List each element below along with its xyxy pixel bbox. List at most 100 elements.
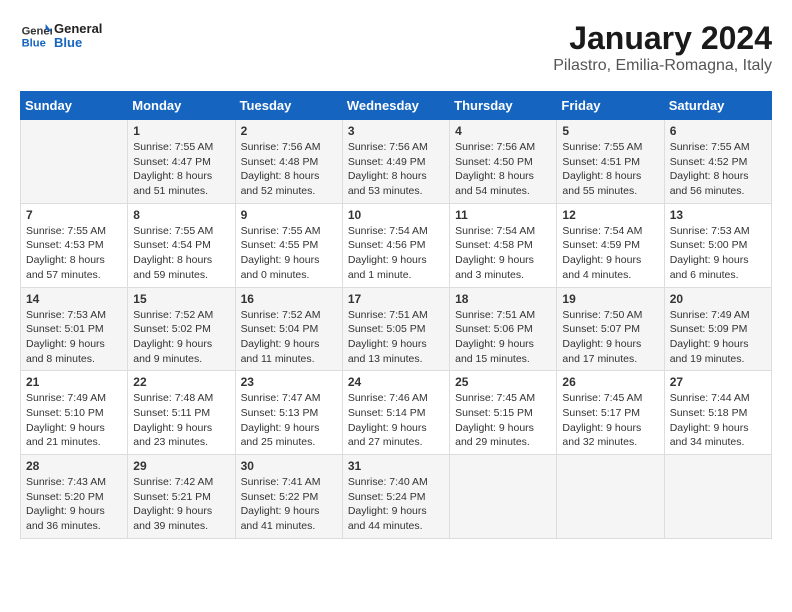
- day-number: 2: [241, 124, 337, 138]
- day-number: 28: [26, 459, 122, 473]
- day-info: Sunrise: 7:51 AMSunset: 5:05 PMDaylight:…: [348, 308, 444, 367]
- day-info: Sunrise: 7:52 AMSunset: 5:04 PMDaylight:…: [241, 308, 337, 367]
- day-cell-12: 12Sunrise: 7:54 AMSunset: 4:59 PMDayligh…: [557, 203, 664, 287]
- day-number: 13: [670, 208, 766, 222]
- day-info: Sunrise: 7:45 AMSunset: 5:15 PMDaylight:…: [455, 391, 551, 450]
- empty-cell: [21, 120, 128, 204]
- day-number: 16: [241, 292, 337, 306]
- day-number: 9: [241, 208, 337, 222]
- header-tuesday: Tuesday: [235, 92, 342, 120]
- day-info: Sunrise: 7:40 AMSunset: 5:24 PMDaylight:…: [348, 475, 444, 534]
- day-info: Sunrise: 7:55 AMSunset: 4:53 PMDaylight:…: [26, 224, 122, 283]
- day-cell-30: 30Sunrise: 7:41 AMSunset: 5:22 PMDayligh…: [235, 455, 342, 539]
- day-info: Sunrise: 7:46 AMSunset: 5:14 PMDaylight:…: [348, 391, 444, 450]
- day-info: Sunrise: 7:49 AMSunset: 5:09 PMDaylight:…: [670, 308, 766, 367]
- logo: General Blue General Blue: [20, 20, 102, 52]
- week-row: 7 Sunrise: 7:55 AMSunset: 4:53 PMDaylight…: [21, 203, 772, 287]
- logo-general: General: [54, 22, 102, 36]
- day-number: 15: [133, 292, 229, 306]
- day-cell-6: 6 Sunrise: 7:55 AMSunset: 4:52 PMDaylight…: [664, 120, 771, 204]
- day-number: 29: [133, 459, 229, 473]
- week-row: 21 Sunrise: 7:49 AMSunset: 5:10 PMDayligh…: [21, 371, 772, 455]
- day-info: Sunrise: 7:53 AMSunset: 5:00 PMDaylight:…: [670, 224, 766, 283]
- day-info: Sunrise: 7:50 AMSunset: 5:07 PMDaylight:…: [562, 308, 658, 367]
- day-cell-28: 28 Sunrise: 7:43 AMSunset: 5:20 PMDayligh…: [21, 455, 128, 539]
- day-number: 31: [348, 459, 444, 473]
- day-info: Sunrise: 7:54 AMSunset: 4:56 PMDaylight:…: [348, 224, 444, 283]
- day-cell-2: 2Sunrise: 7:56 AMSunset: 4:48 PMDaylight…: [235, 120, 342, 204]
- header-sunday: Sunday: [21, 92, 128, 120]
- week-row: 28 Sunrise: 7:43 AMSunset: 5:20 PMDayligh…: [21, 455, 772, 539]
- day-cell-8: 8 Sunrise: 7:55 AMSunset: 4:54 PMDaylight…: [128, 203, 235, 287]
- day-number: 25: [455, 375, 551, 389]
- week-row: 1Sunrise: 7:55 AMSunset: 4:47 PMDaylight…: [21, 120, 772, 204]
- day-cell-27: 27 Sunrise: 7:44 AMSunset: 5:18 PMDayligh…: [664, 371, 771, 455]
- calendar-table: SundayMondayTuesdayWednesdayThursdayFrid…: [20, 91, 772, 539]
- day-number: 14: [26, 292, 122, 306]
- day-cell-21: 21 Sunrise: 7:49 AMSunset: 5:10 PMDayligh…: [21, 371, 128, 455]
- day-info: Sunrise: 7:43 AMSunset: 5:20 PMDaylight:…: [26, 475, 122, 534]
- day-cell-5: 5Sunrise: 7:55 AMSunset: 4:51 PMDaylight…: [557, 120, 664, 204]
- day-cell-4: 4 Sunrise: 7:56 AMSunset: 4:50 PMDaylight…: [450, 120, 557, 204]
- day-info: Sunrise: 7:52 AMSunset: 5:02 PMDaylight:…: [133, 308, 229, 367]
- day-number: 6: [670, 124, 766, 138]
- day-number: 24: [348, 375, 444, 389]
- day-number: 3: [348, 124, 444, 138]
- day-number: 10: [348, 208, 444, 222]
- header-wednesday: Wednesday: [342, 92, 449, 120]
- day-info: Sunrise: 7:54 AMSunset: 4:59 PMDaylight:…: [562, 224, 658, 283]
- day-cell-3: 3 Sunrise: 7:56 AMSunset: 4:49 PMDaylight…: [342, 120, 449, 204]
- day-info: Sunrise: 7:44 AMSunset: 5:18 PMDaylight:…: [670, 391, 766, 450]
- day-info: Sunrise: 7:42 AMSunset: 5:21 PMDaylight:…: [133, 475, 229, 534]
- day-cell-29: 29 Sunrise: 7:42 AMSunset: 5:21 PMDayligh…: [128, 455, 235, 539]
- month-title: January 2024: [553, 20, 772, 57]
- empty-cell: [664, 455, 771, 539]
- day-info: Sunrise: 7:55 AMSunset: 4:51 PMDaylight:…: [562, 140, 658, 199]
- title-block: January 2024 Pilastro, Emilia-Romagna, I…: [553, 20, 772, 75]
- day-number: 20: [670, 292, 766, 306]
- day-info: Sunrise: 7:55 AMSunset: 4:55 PMDaylight:…: [241, 224, 337, 283]
- day-cell-11: 11Sunrise: 7:54 AMSunset: 4:58 PMDayligh…: [450, 203, 557, 287]
- empty-cell: [450, 455, 557, 539]
- day-info: Sunrise: 7:47 AMSunset: 5:13 PMDaylight:…: [241, 391, 337, 450]
- day-number: 27: [670, 375, 766, 389]
- day-cell-16: 16 Sunrise: 7:52 AMSunset: 5:04 PMDayligh…: [235, 287, 342, 371]
- svg-text:Blue: Blue: [22, 37, 46, 49]
- day-info: Sunrise: 7:41 AMSunset: 5:22 PMDaylight:…: [241, 475, 337, 534]
- day-cell-23: 23 Sunrise: 7:47 AMSunset: 5:13 PMDayligh…: [235, 371, 342, 455]
- header-row: SundayMondayTuesdayWednesdayThursdayFrid…: [21, 92, 772, 120]
- day-number: 4: [455, 124, 551, 138]
- day-number: 21: [26, 375, 122, 389]
- day-number: 22: [133, 375, 229, 389]
- day-cell-20: 20 Sunrise: 7:49 AMSunset: 5:09 PMDayligh…: [664, 287, 771, 371]
- day-cell-15: 15 Sunrise: 7:52 AMSunset: 5:02 PMDayligh…: [128, 287, 235, 371]
- day-number: 7: [26, 208, 122, 222]
- day-cell-13: 13 Sunrise: 7:53 AMSunset: 5:00 PMDayligh…: [664, 203, 771, 287]
- header-thursday: Thursday: [450, 92, 557, 120]
- header-monday: Monday: [128, 92, 235, 120]
- day-cell-18: 18Sunrise: 7:51 AMSunset: 5:06 PMDayligh…: [450, 287, 557, 371]
- day-cell-19: 19Sunrise: 7:50 AMSunset: 5:07 PMDayligh…: [557, 287, 664, 371]
- day-cell-10: 10 Sunrise: 7:54 AMSunset: 4:56 PMDayligh…: [342, 203, 449, 287]
- day-number: 17: [348, 292, 444, 306]
- day-info: Sunrise: 7:55 AMSunset: 4:52 PMDaylight:…: [670, 140, 766, 199]
- logo-icon: General Blue: [20, 20, 52, 52]
- day-info: Sunrise: 7:48 AMSunset: 5:11 PMDaylight:…: [133, 391, 229, 450]
- day-cell-24: 24 Sunrise: 7:46 AMSunset: 5:14 PMDayligh…: [342, 371, 449, 455]
- day-cell-14: 14Sunrise: 7:53 AMSunset: 5:01 PMDayligh…: [21, 287, 128, 371]
- day-cell-31: 31 Sunrise: 7:40 AMSunset: 5:24 PMDayligh…: [342, 455, 449, 539]
- page-header: General Blue General Blue January 2024 P…: [20, 20, 772, 75]
- day-number: 23: [241, 375, 337, 389]
- day-info: Sunrise: 7:56 AMSunset: 4:50 PMDaylight:…: [455, 140, 551, 199]
- day-info: Sunrise: 7:55 AMSunset: 4:54 PMDaylight:…: [133, 224, 229, 283]
- day-cell-7: 7 Sunrise: 7:55 AMSunset: 4:53 PMDaylight…: [21, 203, 128, 287]
- day-number: 8: [133, 208, 229, 222]
- day-cell-17: 17 Sunrise: 7:51 AMSunset: 5:05 PMDayligh…: [342, 287, 449, 371]
- day-info: Sunrise: 7:54 AMSunset: 4:58 PMDaylight:…: [455, 224, 551, 283]
- day-info: Sunrise: 7:56 AMSunset: 4:49 PMDaylight:…: [348, 140, 444, 199]
- day-cell-22: 22 Sunrise: 7:48 AMSunset: 5:11 PMDayligh…: [128, 371, 235, 455]
- location: Pilastro, Emilia-Romagna, Italy: [553, 57, 772, 75]
- day-number: 1: [133, 124, 229, 138]
- header-saturday: Saturday: [664, 92, 771, 120]
- day-info: Sunrise: 7:49 AMSunset: 5:10 PMDaylight:…: [26, 391, 122, 450]
